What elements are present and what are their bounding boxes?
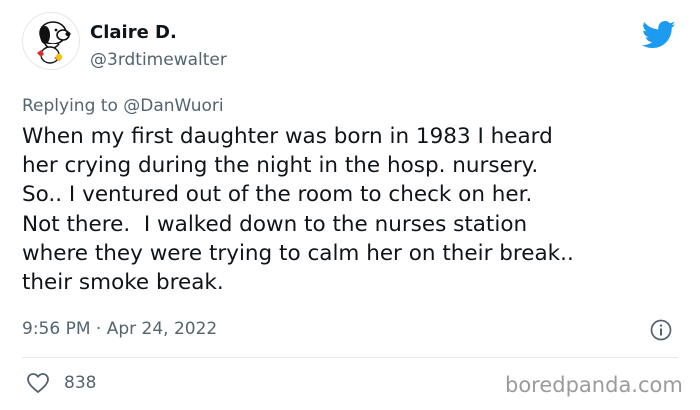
watermark: boredpanda.com (505, 373, 683, 397)
avatar[interactable] (22, 12, 80, 70)
tweet-timestamp[interactable]: 9:56 PM · Apr 24, 2022 (22, 319, 217, 339)
replying-to: Replying to @DanWuori (22, 96, 224, 116)
tweet-line: Not there. I walked down to the nurses s… (22, 211, 528, 237)
tweet-line: So.. I ventured out of the room to check… (22, 182, 533, 208)
tweet-line: where they were trying to calm her on th… (22, 240, 574, 266)
info-icon[interactable] (650, 319, 672, 341)
tweet-line: When my first daughter was born in 1983 … (22, 124, 553, 149)
tweet-line: their smoke break. (22, 270, 224, 296)
tweet-text: When my first daughter was born in 1983 … (22, 122, 686, 297)
user-handle[interactable]: @3rdtimewalter (90, 50, 227, 70)
tweet-line: her crying during the night in the hosp.… (22, 153, 539, 179)
heart-icon[interactable] (26, 372, 50, 394)
display-name[interactable]: Claire D. (90, 22, 177, 43)
snoopy-avatar-icon (37, 21, 71, 64)
divider (22, 357, 678, 358)
twitter-bird-icon[interactable] (642, 20, 676, 50)
replying-to-label: Replying to (22, 96, 118, 116)
like-count: 838 (64, 373, 97, 393)
reply-handle-link[interactable]: @DanWuori (123, 96, 223, 116)
